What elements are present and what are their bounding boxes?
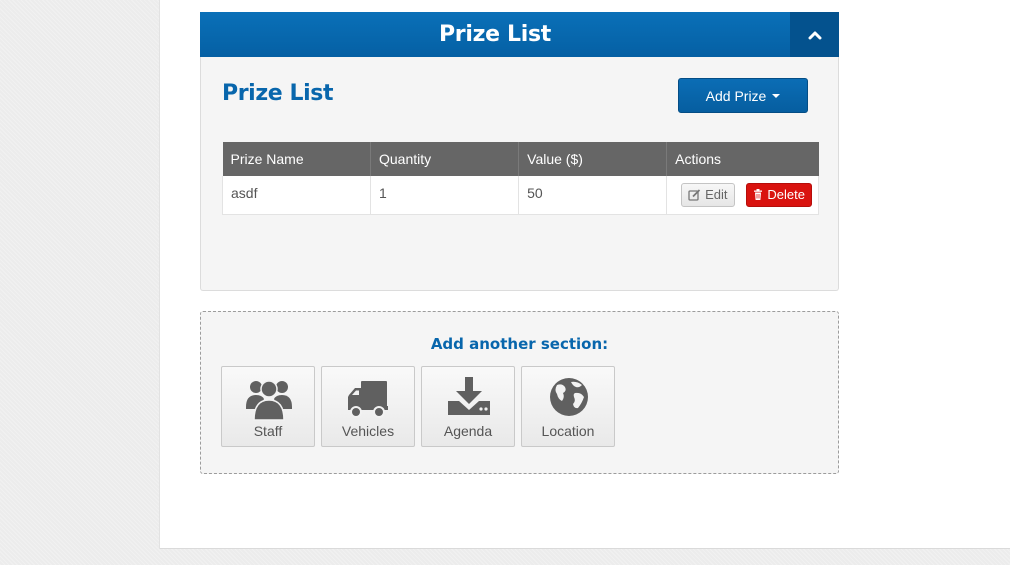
cell-prize-name: asdf [222, 176, 371, 215]
edit-button[interactable]: Edit [681, 182, 735, 207]
table-row: asdf 1 50 Edit Delete [222, 176, 819, 215]
chevron-up-icon [808, 31, 821, 40]
column-header-quantity: Quantity [370, 142, 520, 176]
column-header-actions: Actions [666, 142, 819, 176]
add-section-panel: Add another section: Staff Vehicles Agen… [200, 311, 839, 474]
globe-icon [550, 378, 588, 416]
collapse-button[interactable] [790, 12, 839, 58]
caret-down-icon [772, 94, 781, 98]
add-agenda-tile[interactable]: Agenda [421, 366, 515, 447]
add-prize-label: Add Prize [705, 87, 767, 104]
tile-label-staff: Staff [253, 423, 283, 439]
cell-actions: Edit Delete [666, 176, 819, 215]
prize-table: Prize Name Quantity Value ($) Actions as… [222, 142, 819, 215]
trash-icon [754, 189, 763, 201]
prize-list-panel: Prize List Add Prize Prize Name Quantity… [200, 57, 839, 291]
tile-label-vehicles: Vehicles [341, 423, 395, 439]
column-header-value: Value ($) [518, 142, 668, 176]
edit-icon [688, 189, 701, 201]
add-vehicles-tile[interactable]: Vehicles [321, 366, 415, 447]
tile-label-location: Location [541, 423, 595, 439]
add-prize-button[interactable]: Add Prize [678, 78, 808, 113]
edit-label: Edit [705, 187, 728, 203]
cell-quantity: 1 [370, 176, 520, 215]
delete-button[interactable]: Delete [746, 182, 812, 207]
add-location-tile[interactable]: Location [521, 366, 615, 447]
column-header-prize-name: Prize Name [222, 142, 371, 176]
delete-label: Delete [767, 187, 805, 203]
panel-header: Prize List [200, 12, 839, 58]
page-title: Prize List [222, 81, 334, 106]
download-icon [448, 377, 490, 415]
panel-header-title: Prize List [438, 22, 552, 47]
cell-value: 50 [518, 176, 668, 215]
tile-label-agenda: Agenda [443, 423, 493, 439]
add-staff-tile[interactable]: Staff [221, 366, 315, 447]
table-header-row: Prize Name Quantity Value ($) Actions [222, 142, 819, 176]
users-icon [246, 380, 292, 421]
truck-icon [348, 381, 388, 418]
add-section-title: Add another section: [430, 335, 609, 353]
